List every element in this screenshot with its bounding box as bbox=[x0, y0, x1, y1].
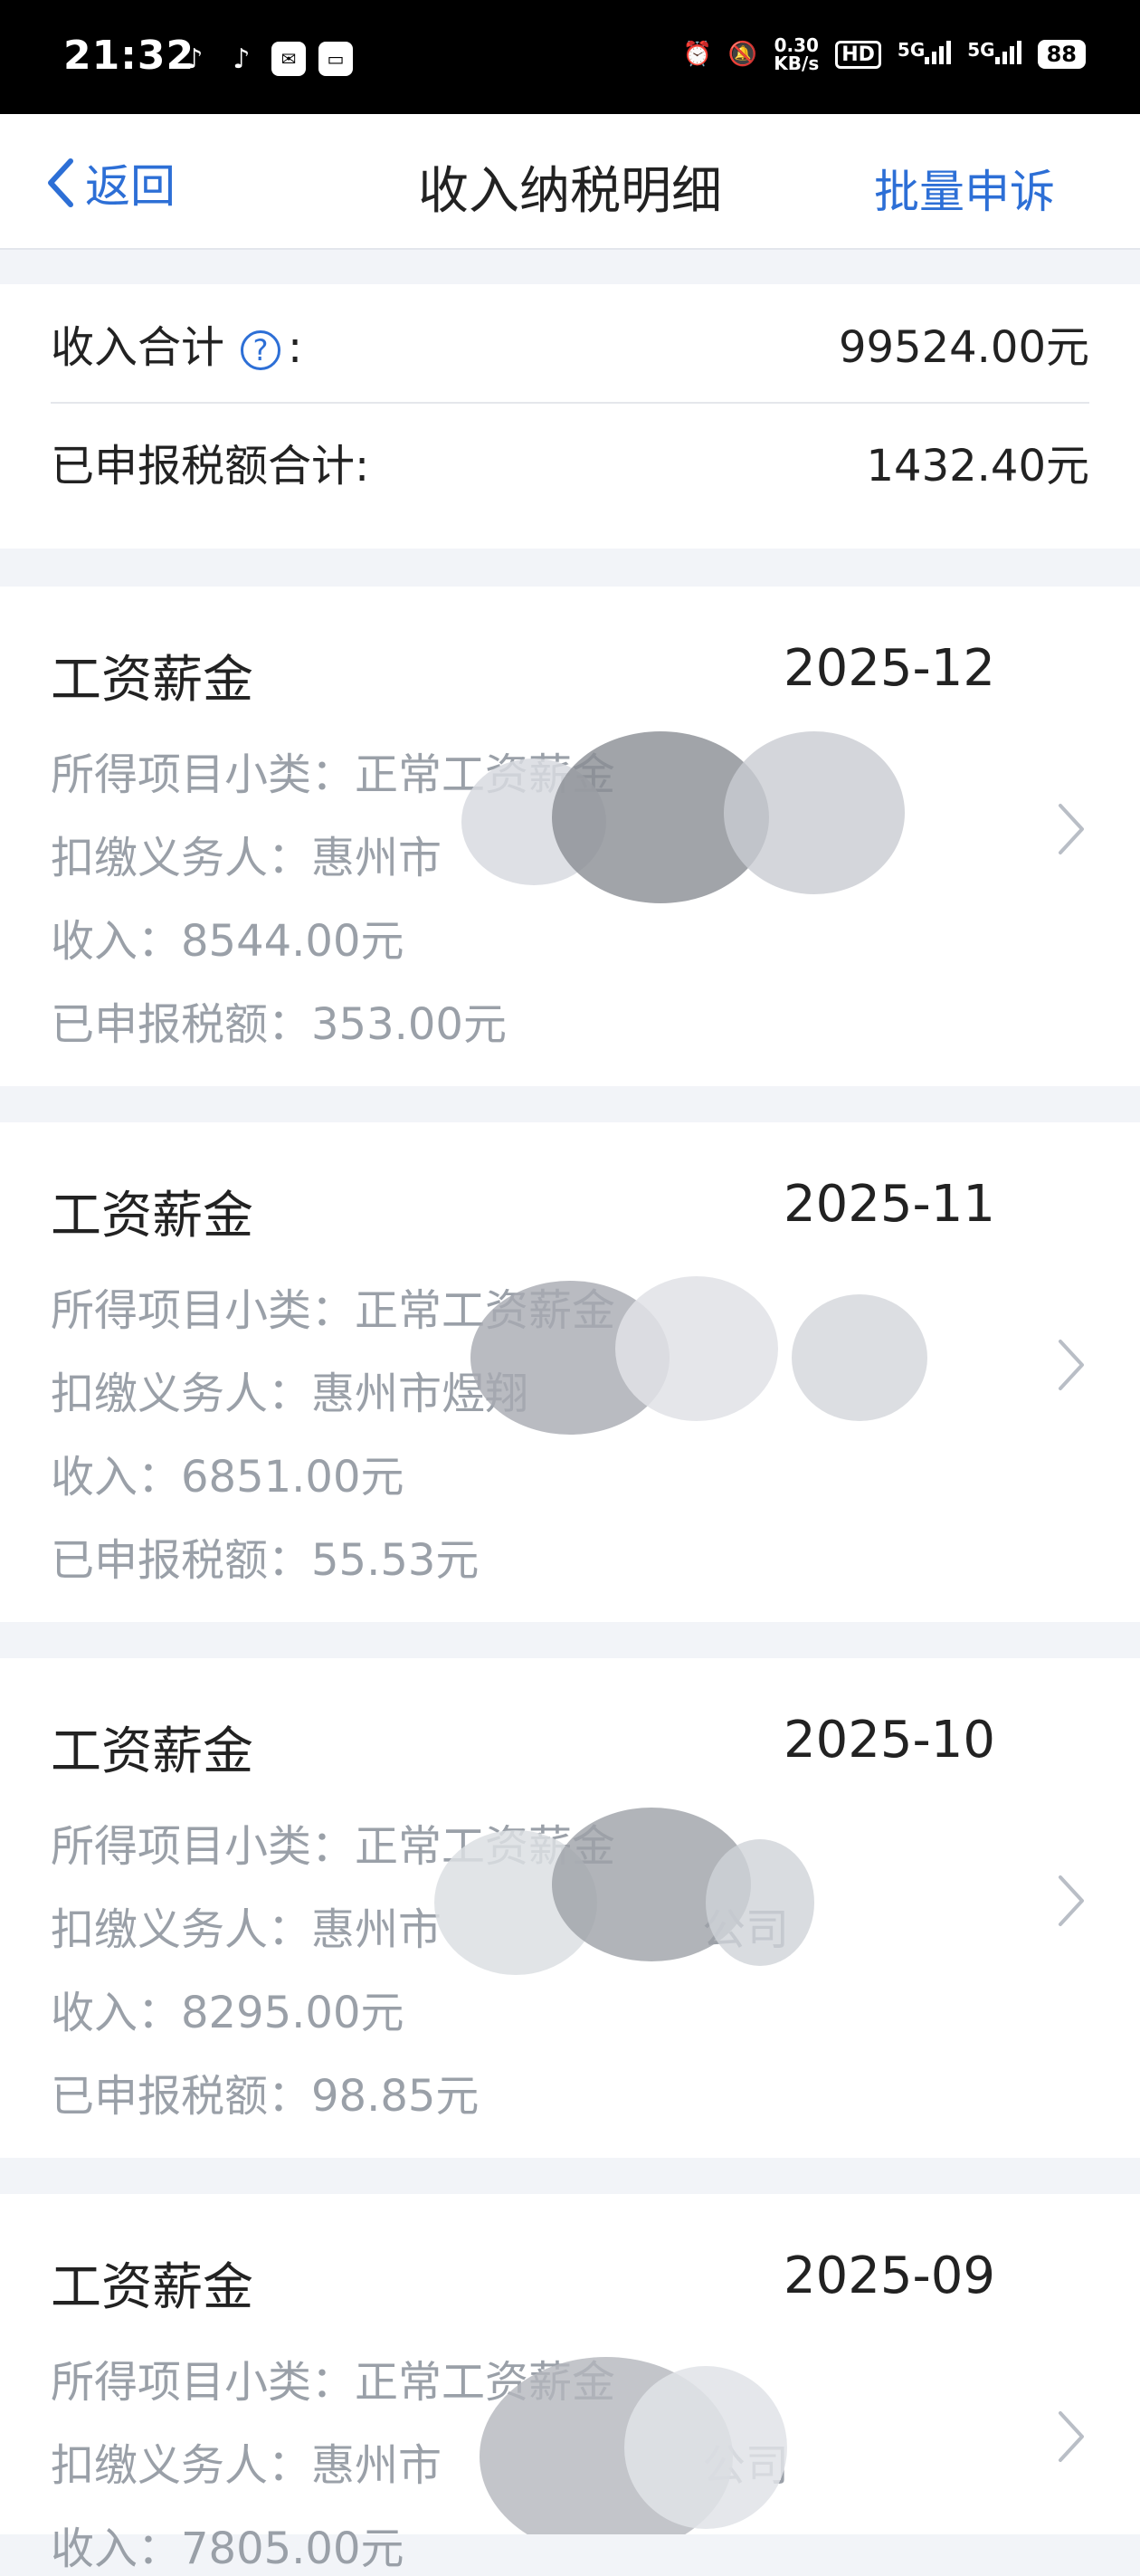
tax-total-value: 1432.40元 bbox=[866, 441, 1090, 491]
chevron-right-icon bbox=[1059, 804, 1084, 854]
record-tax: 已申报税额：55.53元 bbox=[51, 1535, 480, 1586]
record-period: 2025-12 bbox=[784, 639, 995, 698]
record-title: 工资薪金 bbox=[51, 2258, 253, 2317]
record-period: 2025-11 bbox=[784, 1175, 995, 1234]
vivo-icon: ▭ bbox=[318, 42, 353, 76]
mute-icon: 🔕 bbox=[727, 41, 758, 68]
record-income: 收入：8295.00元 bbox=[51, 1988, 404, 2038]
record-card[interactable]: 工资薪金 2025-10 所得项目小类：正常工资薪金 扣缴义务人：惠州市 公司 … bbox=[0, 1658, 1140, 2158]
tiktok-icon: ♪ bbox=[185, 43, 204, 75]
redaction-scribble bbox=[470, 1276, 927, 1435]
redaction-scribble bbox=[461, 731, 905, 903]
chevron-right-icon bbox=[1059, 1340, 1084, 1390]
summary-panel: 收入合计?: 99524.00元 已申报税额合计: 1432.40元 bbox=[0, 284, 1140, 549]
chevron-right-icon bbox=[1059, 2411, 1084, 2462]
record-period: 2025-09 bbox=[784, 2247, 995, 2305]
help-icon[interactable]: ? bbox=[241, 330, 281, 370]
signal-5g-2: 5G bbox=[967, 39, 1021, 71]
income-total-label: 收入合计 bbox=[51, 322, 225, 373]
record-card[interactable]: 工资薪金 2025-12 所得项目小类：正常工资薪金 扣缴义务人：惠州市 收入：… bbox=[0, 587, 1140, 1086]
record-withholder: 扣缴义务人：惠州市 bbox=[51, 833, 442, 883]
battery-icon: 88 bbox=[1037, 40, 1086, 69]
network-speed: 0.30 KB/s bbox=[774, 34, 820, 74]
alarm-icon: ⏰ bbox=[682, 41, 712, 68]
record-title: 工资薪金 bbox=[51, 651, 253, 710]
nav-bar: 返回 收入纳税明细 批量申诉 bbox=[0, 114, 1140, 250]
income-colon: : bbox=[288, 322, 303, 373]
signal-bars-icon bbox=[994, 39, 1021, 64]
income-total-value: 99524.00元 bbox=[838, 322, 1089, 373]
record-card[interactable]: 工资薪金 2025-11 所得项目小类：正常工资薪金 扣缴义务人：惠州市煜翔 收… bbox=[0, 1122, 1140, 1622]
signal-5g-1: 5G bbox=[898, 39, 952, 71]
income-total-row: 收入合计?: 99524.00元 bbox=[51, 284, 1089, 404]
record-card[interactable]: 工资薪金 2025-09 所得项目小类：正常工资薪金 扣缴义务人：惠州市 公司 … bbox=[0, 2194, 1140, 2574]
notification-icons: ♪ ♪ ✉ ▭ bbox=[177, 42, 353, 76]
record-income: 收入：7805.00元 bbox=[51, 2524, 404, 2574]
status-indicators: ⏰ 🔕 0.30 KB/s HD 5G 5G 88 bbox=[683, 36, 1086, 72]
record-income: 收入：6851.00元 bbox=[51, 1452, 404, 1503]
record-tax: 已申报税额：353.00元 bbox=[51, 999, 507, 1050]
status-time: 21:32 bbox=[63, 33, 195, 79]
message-icon: ✉ bbox=[271, 42, 306, 76]
chevron-right-icon bbox=[1059, 1875, 1084, 1926]
tax-total-row: 已申报税额合计: 1432.40元 bbox=[51, 402, 1089, 521]
batch-appeal-button[interactable]: 批量申诉 bbox=[874, 156, 1055, 221]
tax-total-label: 已申报税额合计: bbox=[51, 441, 370, 491]
record-period: 2025-10 bbox=[784, 1711, 995, 1770]
hd-badge: HD bbox=[835, 40, 881, 69]
record-title: 工资薪金 bbox=[51, 1187, 253, 1245]
redaction-scribble bbox=[480, 2357, 787, 2534]
redaction-scribble bbox=[434, 1808, 814, 1975]
tiktok-lite-icon: ♪ bbox=[233, 43, 251, 75]
record-title: 工资薪金 bbox=[51, 1722, 253, 1781]
status-bar: 21:32 ♪ ♪ ✉ ▭ ⏰ 🔕 0.30 KB/s HD 5G 5G 88 bbox=[0, 0, 1140, 114]
record-withholder: 扣缴义务人：惠州市煜翔 bbox=[51, 1369, 529, 1419]
record-income: 收入：8544.00元 bbox=[51, 916, 404, 967]
income-total-label-group: 收入合计?: bbox=[51, 311, 302, 375]
record-tax: 已申报税额：98.85元 bbox=[51, 2071, 480, 2122]
signal-bars-icon bbox=[925, 39, 952, 64]
